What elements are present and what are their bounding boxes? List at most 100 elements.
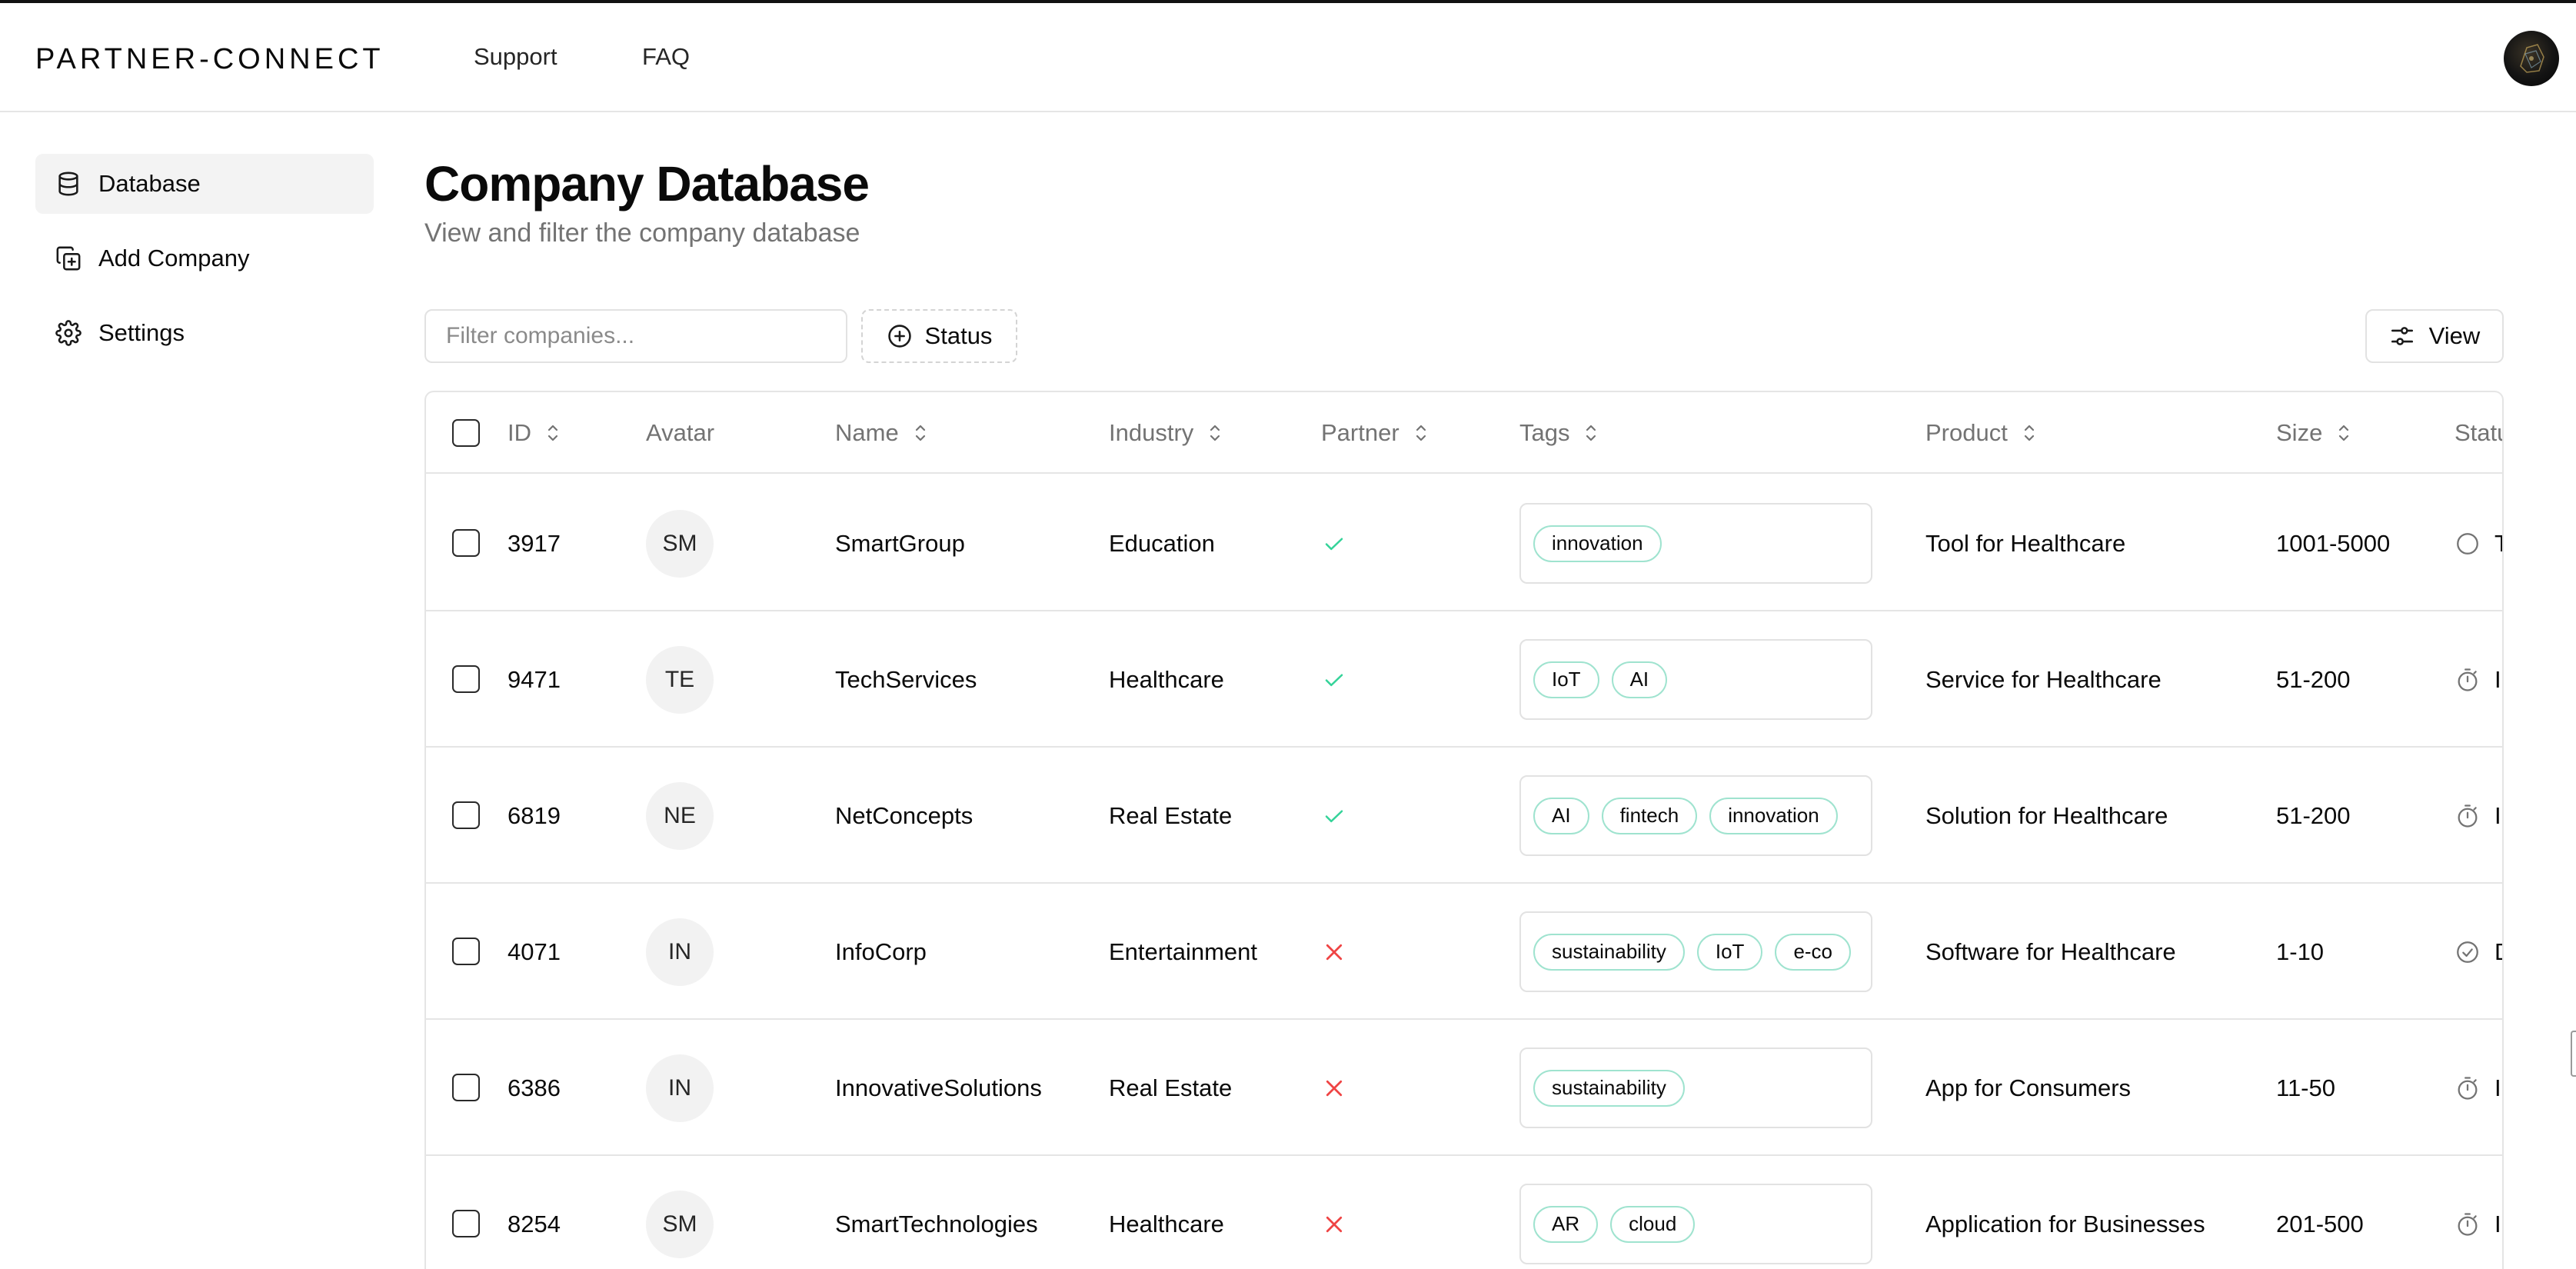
cell-name: InfoCorp bbox=[835, 938, 927, 965]
circle-icon bbox=[2455, 531, 2481, 557]
status-filter-button[interactable]: Status bbox=[861, 309, 1017, 363]
tags-field[interactable]: sustainability bbox=[1519, 1048, 1872, 1128]
tag-chip[interactable]: AR bbox=[1533, 1205, 1599, 1243]
cell-industry: Entertainment bbox=[1109, 938, 1257, 965]
tags-field[interactable]: IoT AI bbox=[1519, 639, 1872, 720]
cell-status: I bbox=[2455, 1020, 2501, 1156]
tag-chip[interactable]: sustainability bbox=[1533, 1069, 1685, 1107]
tag-chip[interactable]: innovation bbox=[1533, 525, 1662, 562]
check-circle-icon bbox=[2455, 939, 2481, 965]
row-checkbox[interactable] bbox=[452, 665, 480, 693]
column-header-status[interactable]: Statu bbox=[2455, 392, 2502, 474]
row-checkbox[interactable] bbox=[452, 938, 480, 965]
nav-support-link[interactable]: Support bbox=[474, 43, 557, 71]
table-row[interactable]: 6386 IN InnovativeSolutions Real Estate sust… bbox=[426, 1020, 2502, 1156]
table-row[interactable]: 8254 SM SmartTechnologies Healthcare AR cloud… bbox=[426, 1156, 2502, 1269]
sort-icon bbox=[1582, 421, 1600, 445]
cell-product: Software for Healthcare bbox=[1925, 938, 2176, 965]
check-icon bbox=[1323, 668, 1346, 691]
timer-icon bbox=[2455, 1075, 2481, 1101]
column-header-label: Partner bbox=[1321, 419, 1399, 446]
sidebar-item-add-company[interactable]: Add Company bbox=[35, 228, 374, 288]
tag-chip[interactable]: IoT bbox=[1696, 933, 1763, 971]
company-avatar: IN bbox=[646, 918, 714, 986]
cell-status: T bbox=[2455, 475, 2502, 611]
cell-industry: Healthcare bbox=[1109, 1210, 1224, 1237]
status-text: I bbox=[2494, 1074, 2501, 1101]
cell-size: 201-500 bbox=[2276, 1210, 2364, 1237]
sort-icon bbox=[544, 421, 562, 445]
view-options-button[interactable]: View bbox=[2365, 309, 2504, 363]
cell-id: 6386 bbox=[508, 1074, 561, 1101]
cell-partner bbox=[1323, 884, 1346, 1020]
status-filter-label: Status bbox=[924, 322, 993, 349]
column-header-product[interactable]: Product bbox=[1925, 392, 2039, 474]
column-header-label: Tags bbox=[1519, 419, 1570, 446]
sidebar-item-settings[interactable]: Settings bbox=[35, 303, 374, 363]
tag-chip[interactable]: IoT bbox=[1533, 661, 1599, 698]
column-header-id[interactable]: ID bbox=[508, 392, 562, 474]
cell-status: I bbox=[2455, 1156, 2501, 1269]
cell-name: SmartGroup bbox=[835, 529, 965, 557]
column-header-tags[interactable]: Tags bbox=[1519, 392, 1600, 474]
gear-icon bbox=[55, 320, 82, 346]
cell-product: App for Consumers bbox=[1925, 1074, 2132, 1101]
row-checkbox[interactable] bbox=[452, 801, 480, 829]
cell-status: I bbox=[2455, 611, 2501, 748]
cell-partner bbox=[1323, 748, 1346, 884]
tags-field[interactable]: sustainability IoT e-co bbox=[1519, 911, 1872, 992]
status-text: I bbox=[2494, 1210, 2501, 1237]
filter-companies-input[interactable] bbox=[424, 309, 847, 363]
row-checkbox[interactable] bbox=[452, 1074, 480, 1101]
cell-avatar: IN bbox=[646, 884, 714, 1020]
cell-name: TechServices bbox=[835, 665, 977, 693]
table-row[interactable]: 6819 NE NetConcepts Real Estate AI fintech inn… bbox=[426, 748, 2502, 884]
table-row[interactable]: 3917 SM SmartGroup Education innovation Tool … bbox=[426, 475, 2502, 611]
tags-field[interactable]: AR cloud bbox=[1519, 1184, 1872, 1264]
table-header: ID Avatar Name Industry Partner Tags Pro… bbox=[426, 392, 2502, 474]
tags-field[interactable]: AI fintech innovation bbox=[1519, 775, 1872, 856]
tags-list: sustainability IoT e-co bbox=[1533, 913, 1854, 991]
column-header-label: Name bbox=[835, 419, 899, 446]
table-row[interactable]: 4071 IN InfoCorp Entertainment sustainabilit… bbox=[426, 884, 2502, 1020]
check-icon bbox=[1323, 804, 1346, 828]
x-icon bbox=[1323, 941, 1346, 964]
tags-field[interactable]: innovation bbox=[1519, 503, 1872, 584]
tag-chip[interactable]: AI bbox=[1611, 661, 1668, 698]
row-checkbox[interactable] bbox=[452, 529, 480, 557]
brand-logo[interactable]: PARTNER-CONNECT bbox=[35, 43, 384, 76]
check-icon bbox=[1323, 532, 1346, 555]
cell-status: I bbox=[2455, 748, 2501, 884]
tag-chip[interactable]: fintech bbox=[1601, 797, 1698, 834]
tags-list: sustainability bbox=[1533, 1049, 1854, 1127]
column-header-label: ID bbox=[508, 419, 531, 446]
cell-name: SmartTechnologies bbox=[835, 1210, 1038, 1237]
tags-list: innovation bbox=[1533, 505, 1854, 582]
sidebar-item-database[interactable]: Database bbox=[35, 154, 374, 214]
cell-avatar: NE bbox=[646, 748, 714, 884]
select-all-checkbox[interactable] bbox=[452, 419, 480, 447]
tag-chip[interactable]: innovation bbox=[1709, 797, 1838, 834]
tag-chip[interactable]: e-co bbox=[1775, 933, 1852, 971]
column-header-partner[interactable]: Partner bbox=[1321, 392, 1430, 474]
column-header-name[interactable]: Name bbox=[835, 392, 930, 474]
cell-industry: Real Estate bbox=[1109, 1074, 1233, 1101]
status-text: T bbox=[2494, 530, 2502, 558]
tag-chip[interactable]: cloud bbox=[1610, 1205, 1696, 1243]
table-row[interactable]: 9471 TE TechServices Healthcare IoT AI Service… bbox=[426, 611, 2502, 748]
company-avatar: IN bbox=[646, 1054, 714, 1122]
column-header-industry[interactable]: Industry bbox=[1109, 392, 1224, 474]
nav-faq-link[interactable]: FAQ bbox=[642, 43, 690, 71]
tag-chip[interactable]: AI bbox=[1533, 797, 1589, 834]
column-header-size[interactable]: Size bbox=[2276, 392, 2353, 474]
user-avatar[interactable] bbox=[2504, 31, 2559, 86]
timer-icon bbox=[2455, 803, 2481, 829]
company-avatar: SM bbox=[646, 509, 714, 578]
scroll-edge-handle[interactable] bbox=[2571, 1031, 2576, 1077]
row-checkbox[interactable] bbox=[452, 1210, 480, 1237]
sort-icon bbox=[2335, 421, 2353, 445]
x-icon bbox=[1323, 1213, 1346, 1236]
tag-chip[interactable]: sustainability bbox=[1533, 933, 1685, 971]
company-avatar: NE bbox=[646, 781, 714, 850]
cell-industry: Real Estate bbox=[1109, 801, 1233, 829]
